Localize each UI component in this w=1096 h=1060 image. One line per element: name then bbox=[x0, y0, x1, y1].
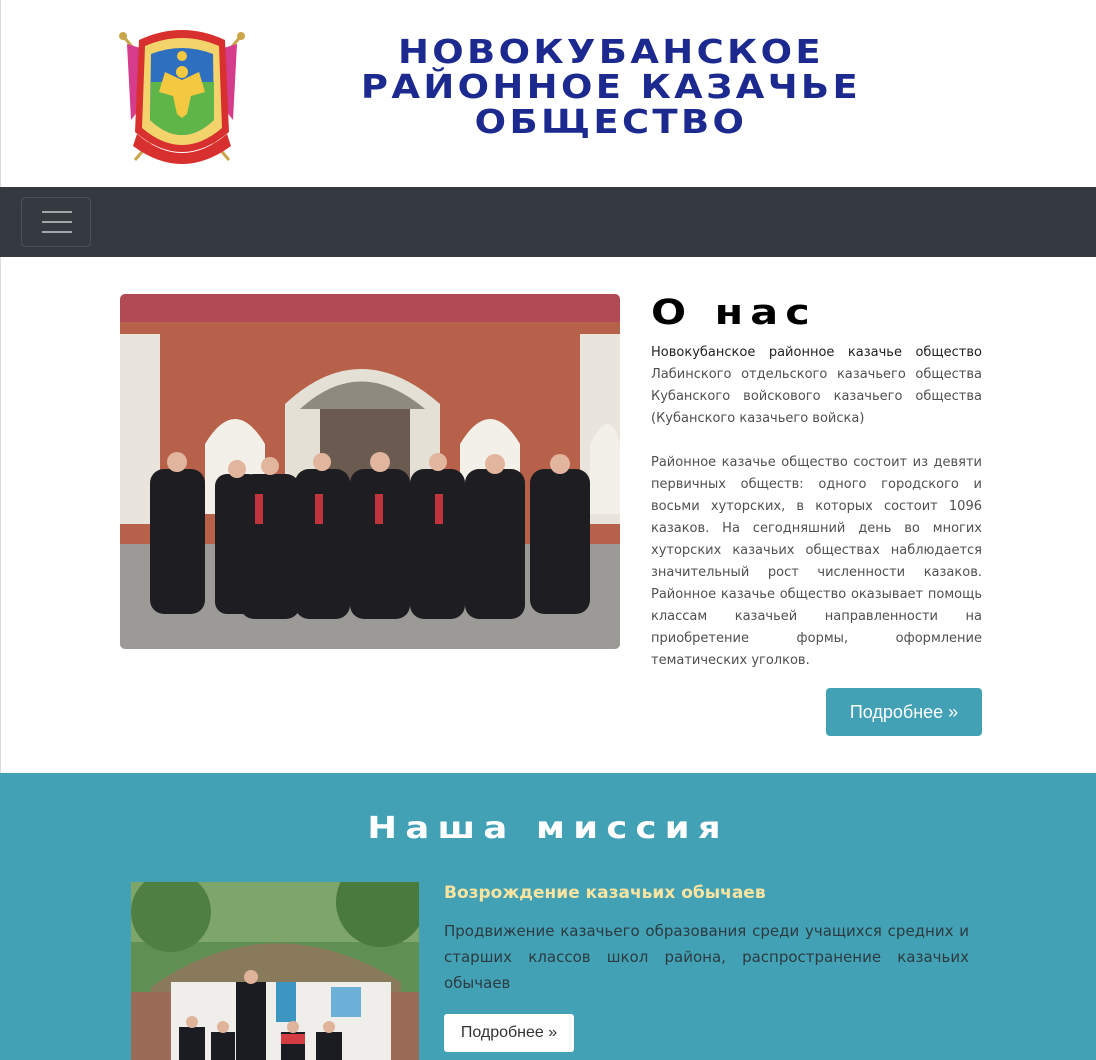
mission-title-text: Наша миссия bbox=[367, 811, 729, 846]
site-title-line-1: НОВОКУБАНСКОЕ bbox=[397, 32, 825, 71]
hut-children-photo bbox=[131, 882, 419, 1060]
site-title-line-3: ОБЩЕСТВО bbox=[474, 102, 748, 141]
site-title-line-2: РАЙОННОЕ КАЗАЧЬЕ bbox=[360, 67, 862, 106]
site-title: НОВОКУБАНСКОЕ РАЙОННОЕ КАЗАЧЬЕ ОБЩЕСТВО bbox=[264, 34, 958, 139]
about-intro-rest: Лабинского отдельского казачьего обществ… bbox=[651, 367, 982, 426]
mission-item-title: Возрождение казачьих обычаев bbox=[444, 883, 766, 903]
main-navbar bbox=[0, 187, 1096, 257]
mission-more-button[interactable]: Подробнее » bbox=[444, 1014, 574, 1052]
about-paragraph: Районное казачье общество состоит из дев… bbox=[651, 455, 982, 668]
navbar-toggle-button[interactable] bbox=[21, 197, 91, 247]
about-intro-bold: Новокубанское районное казачье общество bbox=[651, 345, 982, 360]
mission-section: Наша миссия Возрождение казачьих обычаев… bbox=[0, 773, 1096, 1060]
about-title: О нас bbox=[651, 293, 817, 333]
about-text: Новокубанское районное казачье общество … bbox=[651, 342, 982, 672]
site-header: НОВОКУБАНСКОЕ РАЙОННОЕ КАЗАЧЬЕ ОБЩЕСТВО bbox=[0, 0, 1096, 187]
about-section: О нас Новокубанское районное казачье общ… bbox=[0, 257, 1096, 773]
mission-item-text: Продвижение казачьего образования среди … bbox=[444, 922, 969, 992]
cossacks-group-photo bbox=[120, 294, 620, 649]
about-intro: Новокубанское районное казачье общество … bbox=[651, 342, 982, 430]
about-more-button[interactable]: Подробнее » bbox=[826, 688, 982, 736]
coat-of-arms-emblem[interactable] bbox=[117, 22, 247, 164]
mission-title: Наша миссия bbox=[0, 811, 1096, 846]
